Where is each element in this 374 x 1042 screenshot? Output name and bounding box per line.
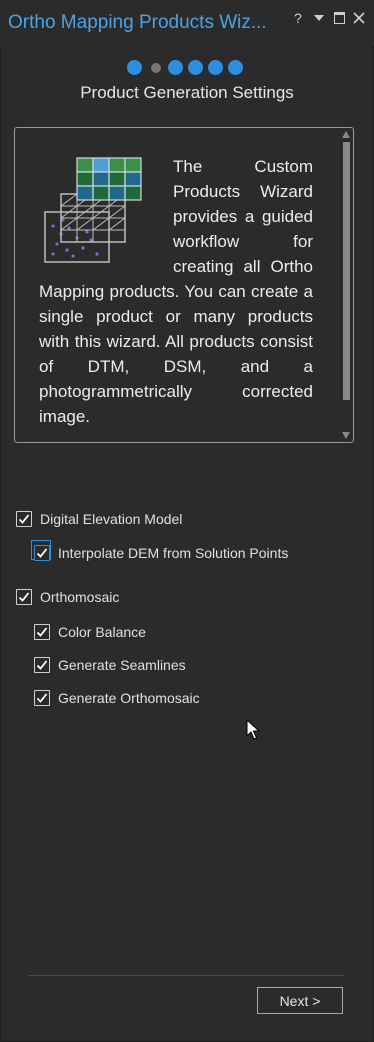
checkmark-icon [36,548,48,558]
close-icon [353,12,365,24]
option-label: Orthomosaic [40,589,120,605]
step-dot-5[interactable] [208,60,223,75]
pane-options-button[interactable] [311,9,327,27]
option-label: Interpolate DEM from Solution Points [58,545,289,561]
description-box: The Custom Products Wizard provides a gu… [14,127,354,443]
footer-divider [28,975,344,976]
checkmark-icon [18,514,30,524]
checkbox[interactable] [34,690,50,706]
next-button[interactable]: Next > [257,987,343,1014]
option-label: Color Balance [58,624,146,640]
maximize-button[interactable] [331,9,347,27]
dropdown-arrow-icon [314,15,324,21]
option-color-balance[interactable]: Color Balance [34,622,146,642]
option-label: Generate Seamlines [58,657,186,673]
checkbox[interactable] [16,511,32,527]
checkbox[interactable] [16,589,32,605]
maximize-icon [333,12,345,24]
step-dot-4[interactable] [188,60,203,75]
ortho-products-illustration-icon [44,157,142,263]
checkbox[interactable] [34,657,50,673]
close-button[interactable] [351,9,367,27]
checkmark-icon [36,693,48,703]
description-text: The Custom Products Wizard provides a gu… [39,157,313,426]
scroll-up-arrow-icon[interactable] [342,130,351,139]
step-dot-1[interactable] [127,60,142,75]
step-title: Product Generation Settings [80,83,294,102]
option-label: Digital Elevation Model [40,511,183,527]
scrollbar-thumb[interactable] [343,142,350,400]
step-dot-6[interactable] [228,60,243,75]
pane-title: Ortho Mapping Products Wiz... [8,12,267,33]
help-button[interactable]: ? [290,9,306,27]
step-dot-2-current[interactable] [151,63,161,73]
scroll-down-arrow-icon[interactable] [342,431,351,440]
checkmark-icon [36,660,48,670]
option-orthomosaic[interactable]: Orthomosaic [16,587,119,607]
checkmark-icon [36,627,48,637]
checkbox[interactable] [34,624,50,640]
checkbox[interactable] [34,545,50,561]
option-digital-elevation-model[interactable]: Digital Elevation Model [16,509,182,529]
option-generate-seamlines[interactable]: Generate Seamlines [34,655,186,675]
option-interpolate-dem[interactable]: Interpolate DEM from Solution Points [34,543,288,563]
description-scrollbar[interactable] [342,130,351,440]
option-label: Generate Orthomosaic [58,690,200,706]
step-dot-3[interactable] [168,60,183,75]
mouse-pointer-icon [246,719,260,740]
checkmark-icon [18,592,30,602]
option-generate-orthomosaic[interactable]: Generate Orthomosaic [34,688,200,708]
title-bar: Ortho Mapping Products Wiz... ? [0,0,374,46]
